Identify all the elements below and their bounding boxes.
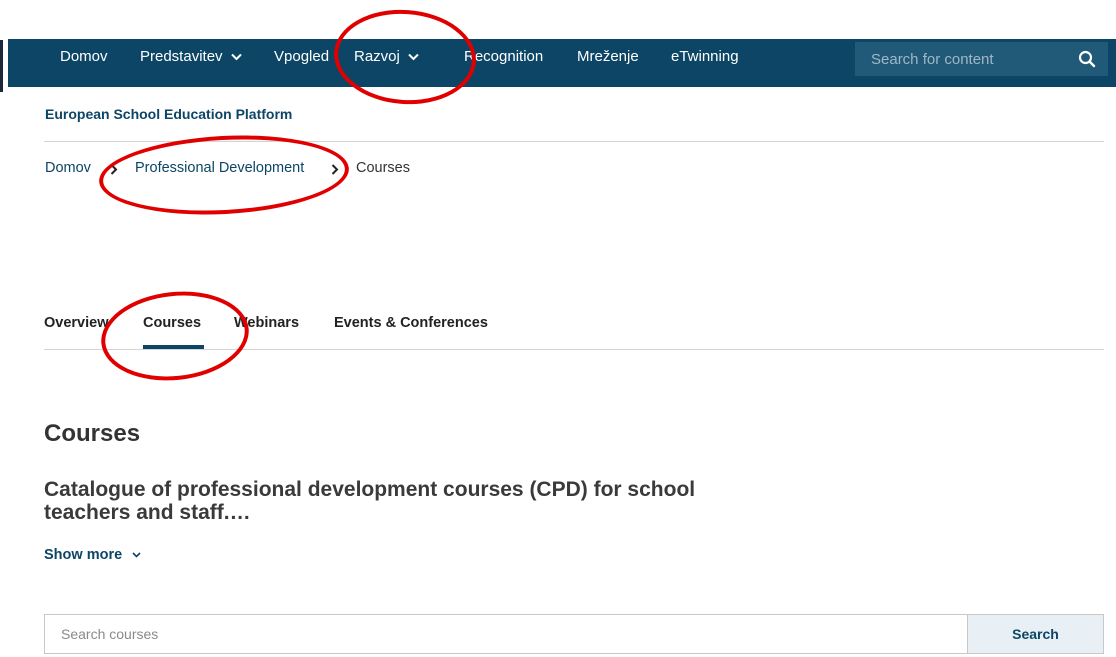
main-navigation: Domov Predstavitev Vpogled Razvoj Recogn… — [8, 39, 1116, 87]
nav-item-label: Domov — [60, 48, 108, 65]
nav-item-label: Razvoj — [354, 48, 400, 65]
show-more-label: Show more — [44, 547, 123, 563]
nav-item-label: Predstavitev — [140, 48, 223, 65]
nav-item-label: Recognition — [464, 48, 544, 65]
divider — [44, 349, 1104, 350]
chevron-down-icon — [408, 53, 419, 61]
nav-item-predstavitev[interactable]: Predstavitev — [140, 39, 242, 87]
breadcrumb-link-domov[interactable]: Domov — [45, 160, 91, 176]
nav-item-recognition[interactable]: Recognition — [464, 39, 543, 87]
divider — [44, 141, 1104, 142]
nav-item-domov[interactable]: Domov — [60, 39, 108, 87]
nav-item-razvoj[interactable]: Razvoj — [354, 39, 419, 87]
nav-item-label: eTwinning — [671, 48, 739, 65]
chevron-down-icon — [231, 53, 242, 61]
nav-item-mrezenje[interactable]: Mreženje — [577, 39, 639, 87]
site-search-button[interactable] — [1065, 42, 1108, 76]
page-title: Courses — [44, 420, 141, 447]
tab-courses[interactable]: Courses — [143, 315, 201, 331]
page-description: Catalogue of professional development co… — [44, 478, 696, 524]
show-more-button[interactable]: Show more — [44, 547, 141, 563]
window-edge — [0, 40, 3, 92]
nav-item-label: Mreženje — [577, 48, 639, 65]
course-search-input[interactable] — [44, 614, 968, 654]
tab-overview[interactable]: Overview — [44, 315, 109, 331]
tab-events-conferences[interactable]: Events & Conferences — [334, 315, 488, 331]
chevron-right-icon — [331, 164, 339, 175]
site-search-input[interactable] — [855, 42, 1065, 76]
tab-webinars[interactable]: Webinars — [234, 315, 299, 331]
breadcrumb-current: Courses — [356, 160, 410, 176]
nav-item-label: Vpogled — [274, 48, 330, 65]
site-title[interactable]: European School Education Platform — [45, 106, 292, 122]
course-search-button[interactable]: Search — [967, 614, 1104, 654]
nav-item-etwinning[interactable]: eTwinning — [671, 39, 739, 87]
chevron-right-icon — [110, 164, 118, 175]
search-icon — [1078, 50, 1095, 68]
nav-item-vpogled[interactable]: Vpogled — [274, 39, 329, 87]
chevron-down-icon — [132, 552, 141, 558]
breadcrumb-link-professional-development[interactable]: Professional Development — [135, 160, 304, 176]
annotation-circle-courses — [96, 284, 254, 388]
